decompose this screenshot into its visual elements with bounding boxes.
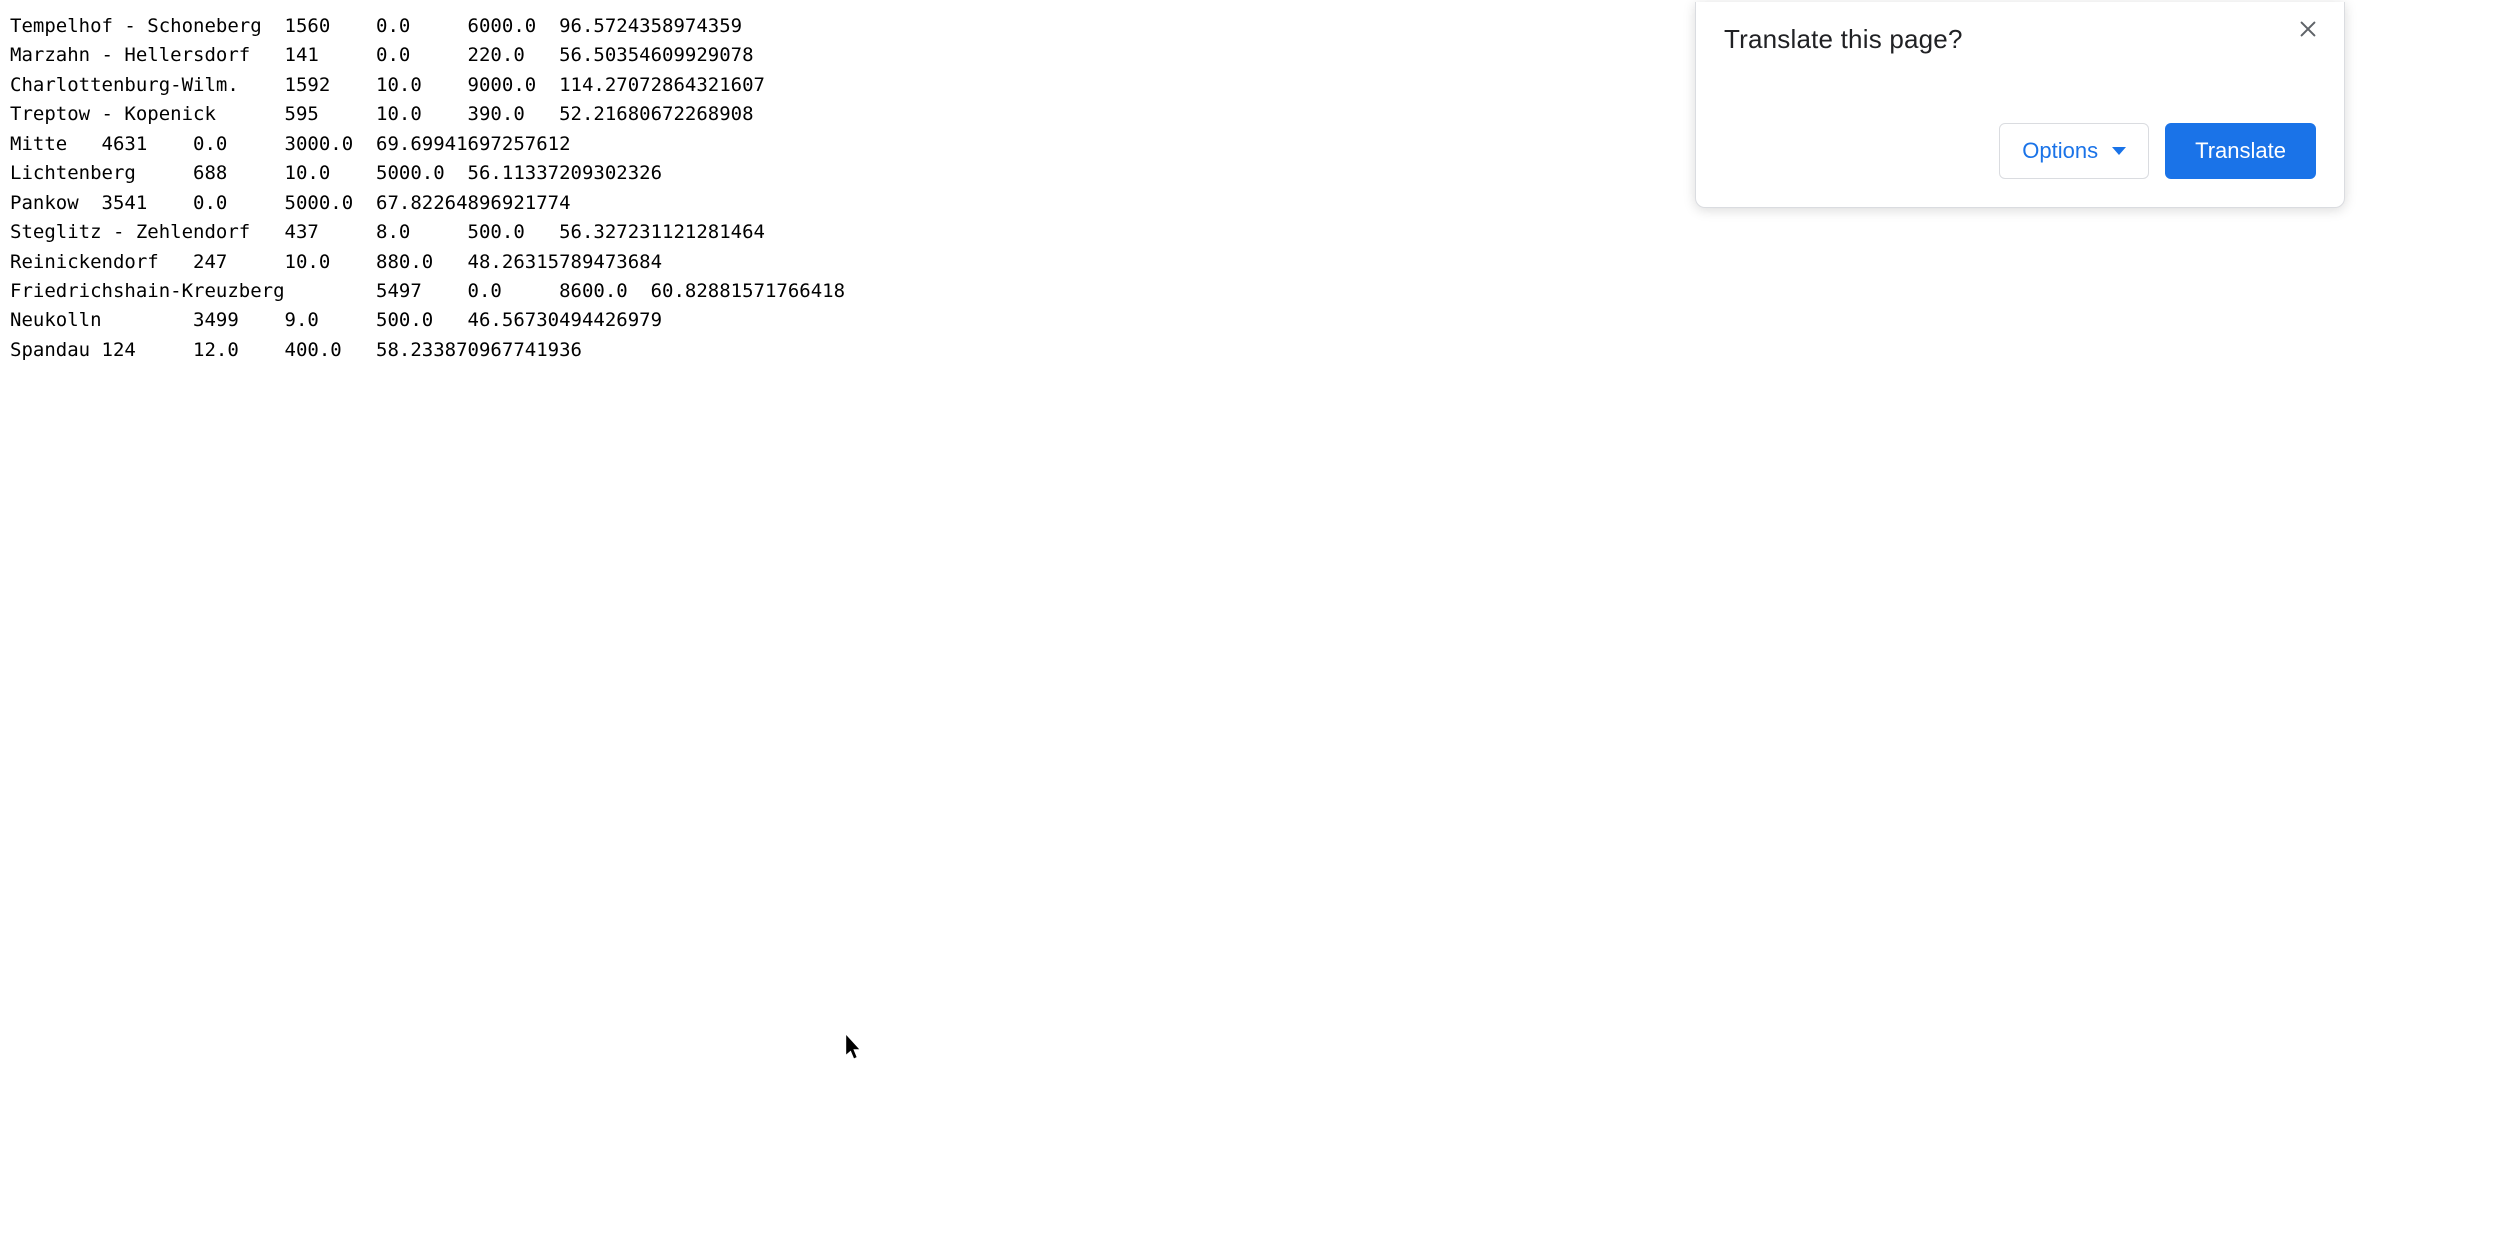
options-button[interactable]: Options [1999, 123, 2149, 179]
popup-title: Translate this page? [1724, 24, 1963, 55]
translate-button[interactable]: Translate [2165, 123, 2316, 179]
options-button-label: Options [2022, 138, 2098, 164]
chevron-down-icon [2112, 147, 2126, 155]
popup-header: Translate this page? [1724, 24, 2316, 55]
popup-buttons: Options Translate [1724, 123, 2316, 179]
translate-popup: Translate this page? Options Translate [1695, 2, 2345, 208]
close-icon [2297, 18, 2319, 43]
close-button[interactable] [2294, 16, 2322, 44]
